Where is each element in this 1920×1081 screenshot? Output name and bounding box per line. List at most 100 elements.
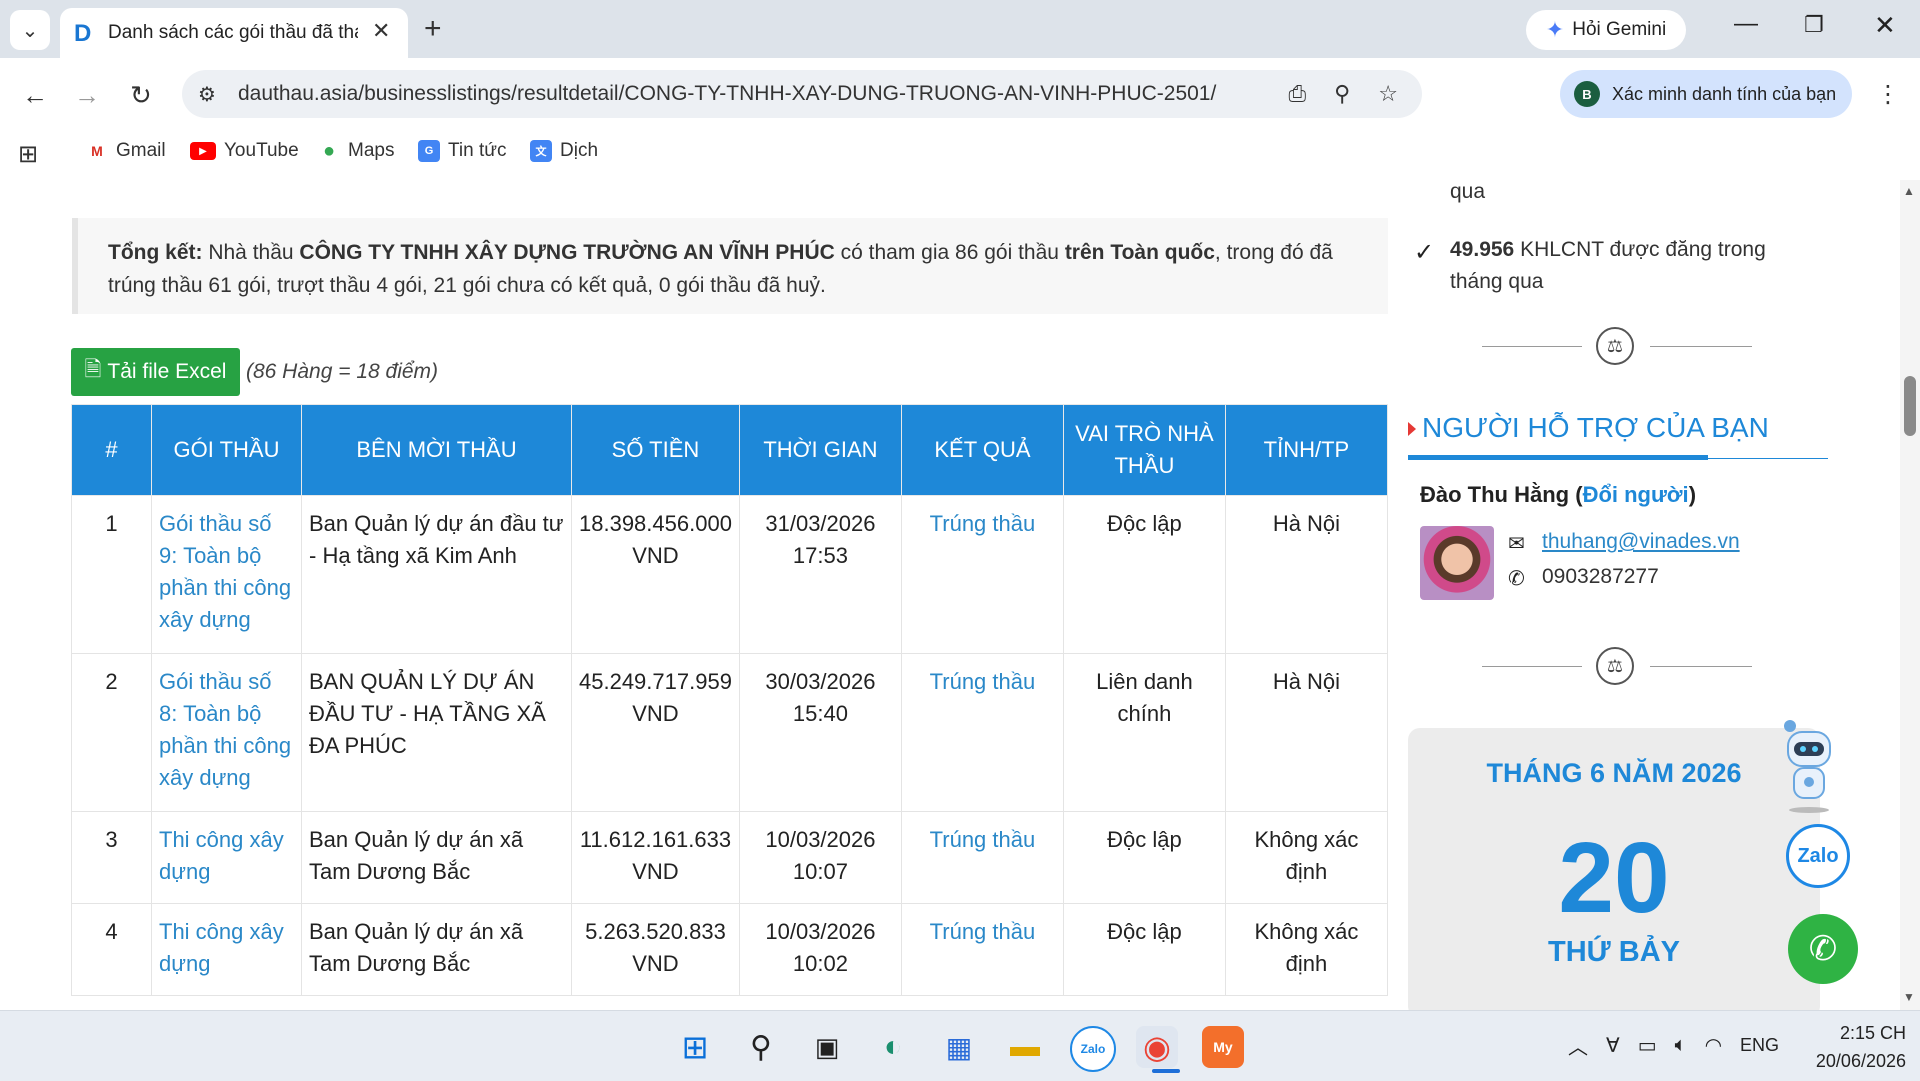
result-link[interactable]: Trúng thầu: [900, 903, 1064, 996]
calendar-weekday: THỨ BẢY: [1547, 936, 1680, 968]
supporter-email-link[interactable]: thuhang@vinades.vn: [1542, 530, 1740, 554]
amount-cell: 5.263.520.833 VND: [571, 903, 740, 996]
profile-button[interactable]: B Xác minh danh tính của bạn: [1560, 70, 1852, 118]
bookmark-label: Maps: [348, 140, 395, 161]
time-cell: 31/03/2026 17:53: [738, 495, 902, 654]
time-value: 15:40: [792, 701, 848, 726]
url-text[interactable]: dauthau.asia/businesslistings/resultdeta…: [238, 82, 1216, 106]
minimize-button[interactable]: —: [1734, 10, 1758, 38]
site-info-icon[interactable]: ⚙: [198, 82, 216, 107]
gemini-label: Hỏi Gemini: [1572, 19, 1667, 40]
result-link[interactable]: Trúng thầu: [900, 495, 1064, 654]
time-value: 10:02: [792, 951, 848, 976]
browser-menu-button[interactable]: ⋮: [1876, 80, 1900, 109]
tab-close-button[interactable]: ✕: [372, 18, 390, 44]
restore-button[interactable]: ❐: [1804, 12, 1824, 38]
tab-search-button[interactable]: ⌄: [10, 10, 50, 50]
apps-button[interactable]: ⊞: [18, 140, 38, 169]
row-number: 4: [71, 903, 152, 996]
gemini-sparkle-icon: ✦: [1545, 17, 1565, 42]
excel-file-icon: 🗎: [84, 357, 102, 381]
zalo-chat-button[interactable]: Zalo: [1786, 824, 1850, 888]
news-icon: G: [418, 140, 440, 162]
check-icon: ✓: [1414, 239, 1435, 266]
envelope-icon: ✉: [1508, 533, 1525, 555]
window-close-button[interactable]: ✕: [1874, 10, 1896, 41]
more-vert-icon: ⋮: [1876, 81, 1900, 108]
time-cell: 10/03/2026 10:07: [738, 811, 902, 904]
currency: VND: [632, 543, 679, 568]
address-bar[interactable]: ⚙ dauthau.asia/businesslistings/resultde…: [182, 70, 1422, 118]
phone-call-icon: ✆: [1808, 930, 1838, 968]
zalo-label: Zalo: [1797, 844, 1839, 867]
scroll-down-arrow-icon[interactable]: ▼: [1903, 990, 1915, 1004]
divider-line: [1482, 346, 1582, 347]
new-tab-button[interactable]: +: [424, 12, 442, 46]
start-windows-icon[interactable]: ⊞: [674, 1026, 716, 1068]
table-row: 2 Gói thầu số 8: Toàn bộ phần thi công x…: [71, 653, 1388, 812]
col-header-role: VAI TRÒ NHÀ THẦU: [1062, 404, 1226, 496]
sidebar-stat: 49.956 KHLCNT được đăng trong tháng qua: [1450, 234, 1820, 298]
mybk-app-icon[interactable]: My: [1202, 1026, 1244, 1068]
change-supporter-link[interactable]: Đổi người: [1583, 482, 1689, 507]
bookmark-star-icon[interactable]: ☆: [1378, 81, 1398, 107]
battery-icon[interactable]: ▭: [1638, 1033, 1657, 1058]
store-icon[interactable]: ▦: [938, 1026, 980, 1068]
vpn-icon[interactable]: ∀: [1606, 1033, 1620, 1058]
zalo-app-icon[interactable]: Zalo: [1070, 1026, 1116, 1072]
result-link[interactable]: Trúng thầu: [900, 811, 1064, 904]
call-button[interactable]: ✆: [1788, 914, 1858, 984]
scrollbar-thumb[interactable]: [1904, 376, 1916, 436]
currency: VND: [632, 701, 679, 726]
task-view-icon[interactable]: ▣: [806, 1026, 848, 1068]
gemini-button[interactable]: ✦ Hỏi Gemini: [1526, 10, 1686, 50]
install-app-icon[interactable]: ⎙: [1289, 81, 1307, 107]
system-clock[interactable]: 2:15 CH 20/06/2026: [1806, 1019, 1906, 1075]
language-indicator[interactable]: ENG: [1740, 1035, 1779, 1056]
support-section-title: NGƯỜI HỖ TRỢ CỦA BẠN: [1422, 412, 1769, 443]
reload-icon: ↻: [130, 80, 152, 110]
volume-icon[interactable]: 🔈︎: [1675, 1034, 1687, 1057]
bookmark-gmail[interactable]: M Gmail: [86, 140, 165, 162]
scroll-up-arrow-icon[interactable]: ▲: [1903, 184, 1915, 198]
package-link[interactable]: Thi công xây dựng: [151, 811, 302, 904]
title-underline-accent: [1408, 455, 1708, 460]
bookmark-youtube[interactable]: ▶ YouTube: [190, 140, 299, 162]
reload-button[interactable]: ↻: [130, 80, 152, 111]
page-scrollbar[interactable]: ▲ ▼: [1900, 180, 1920, 1010]
chrome-icon[interactable]: ◉: [1136, 1026, 1178, 1068]
bookmark-news[interactable]: G Tin tức: [418, 140, 506, 162]
edge-browser-icon[interactable]: ◐: [872, 1026, 914, 1068]
zoom-icon[interactable]: ⚲: [1334, 81, 1350, 107]
tab-active[interactable]: D Danh sách các gói thầu đã than ✕: [60, 8, 408, 58]
wifi-icon[interactable]: ◠: [1705, 1033, 1722, 1058]
calendar-day: 20: [1558, 822, 1670, 934]
currency: VND: [632, 859, 679, 884]
result-link[interactable]: Trúng thầu: [900, 653, 1064, 812]
package-link[interactable]: Thi công xây dựng: [151, 903, 302, 996]
clock-date: 20/06/2026: [1815, 1051, 1906, 1071]
divider-line: [1650, 666, 1752, 667]
summary-scope: trên Toàn quốc: [1064, 241, 1215, 264]
forward-button[interactable]: →: [74, 80, 100, 111]
province-cell: Hà Nội: [1224, 653, 1388, 812]
excel-note: (86 Hàng = 18 điểm): [246, 360, 439, 383]
chatbot-robot-icon[interactable]: [1778, 718, 1840, 814]
divider-line: [1650, 346, 1752, 347]
page-content: Tổng kết: Nhà thầu CÔNG TY TNHH XÂY DỰNG…: [0, 180, 1920, 1010]
arrow-right-icon: →: [74, 80, 100, 110]
supporter-name: Đào Thu Hằng (Đổi người): [1420, 482, 1696, 508]
package-link[interactable]: Gói thầu số 9: Toàn bộ phần thi công xây…: [151, 495, 302, 654]
file-explorer-icon[interactable]: ▬: [1004, 1026, 1046, 1068]
sidebar-stat-tail: qua: [1450, 180, 1486, 203]
tray-overflow-chevron-icon[interactable]: ︿: [1568, 1031, 1588, 1060]
back-button[interactable]: ←: [22, 80, 48, 111]
download-excel-button[interactable]: 🗎 Tải file Excel: [71, 348, 240, 396]
package-link[interactable]: Gói thầu số 8: Toàn bộ phần thi công xây…: [151, 653, 302, 812]
bookmark-translate[interactable]: 文 Dịch: [530, 140, 598, 162]
divider-line: [1482, 666, 1582, 667]
amount-value: 5.263.520.833: [585, 919, 726, 944]
site-favicon-icon: D: [74, 20, 92, 47]
search-icon[interactable]: ⚲: [740, 1026, 782, 1068]
bookmark-maps[interactable]: ● Maps: [318, 140, 395, 162]
